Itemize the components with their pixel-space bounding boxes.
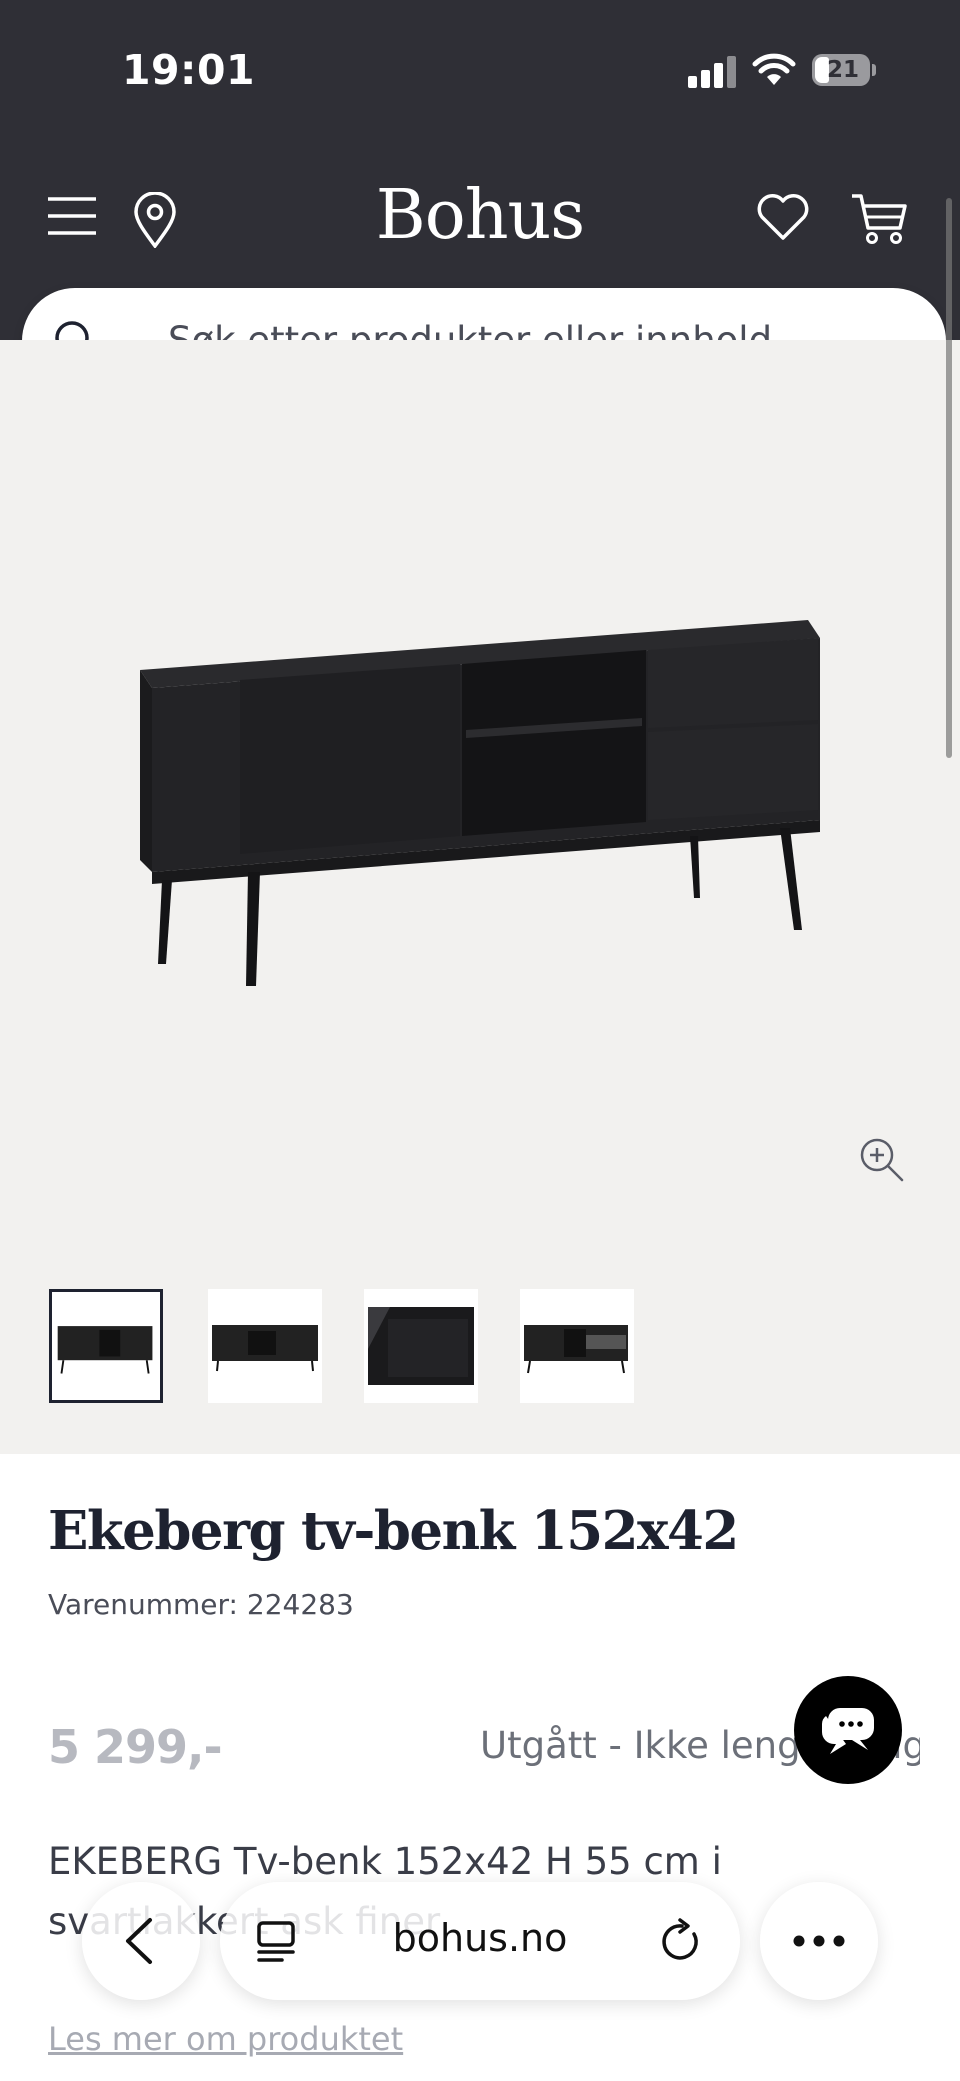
more-button[interactable] bbox=[760, 1882, 878, 2000]
sku: Varenummer: 224283 bbox=[48, 1588, 354, 1621]
reload-icon[interactable] bbox=[660, 1918, 704, 1964]
scrollbar[interactable] bbox=[946, 198, 952, 758]
menu-icon[interactable] bbox=[48, 196, 96, 236]
battery-level: 21 bbox=[826, 57, 859, 83]
thumbnail-3[interactable] bbox=[364, 1289, 478, 1403]
wifi-icon bbox=[752, 53, 796, 85]
status-time: 19:01 bbox=[122, 46, 256, 94]
cart-icon[interactable] bbox=[850, 192, 908, 246]
back-arrow-icon bbox=[126, 1918, 152, 1964]
more-icon bbox=[793, 1935, 845, 1947]
sku-number: 224283 bbox=[246, 1588, 354, 1621]
bohus-logo[interactable]: Bohus bbox=[330, 176, 630, 255]
thumbnail-1[interactable] bbox=[49, 1289, 163, 1403]
signal-icon bbox=[688, 56, 736, 88]
price: 5 299,- bbox=[48, 1720, 223, 1774]
battery-icon: 21 bbox=[812, 52, 876, 88]
product-title: Ekeberg tv-benk 152x42 bbox=[48, 1500, 739, 1562]
location-pin-icon[interactable] bbox=[133, 192, 177, 248]
address-bar[interactable]: bohus.no bbox=[220, 1882, 740, 2000]
thumbnail-4[interactable] bbox=[520, 1289, 634, 1403]
heart-icon[interactable] bbox=[756, 193, 810, 241]
chat-button[interactable] bbox=[794, 1676, 902, 1784]
back-button[interactable] bbox=[82, 1882, 200, 2000]
product-image[interactable] bbox=[130, 610, 830, 990]
thumbnail-2[interactable] bbox=[208, 1289, 322, 1403]
zoom-in-icon[interactable] bbox=[858, 1136, 904, 1182]
read-more-link[interactable]: Les mer om produktet bbox=[48, 2020, 403, 2058]
chat-icon bbox=[822, 1708, 874, 1754]
sku-label: Varenummer: bbox=[48, 1588, 247, 1621]
